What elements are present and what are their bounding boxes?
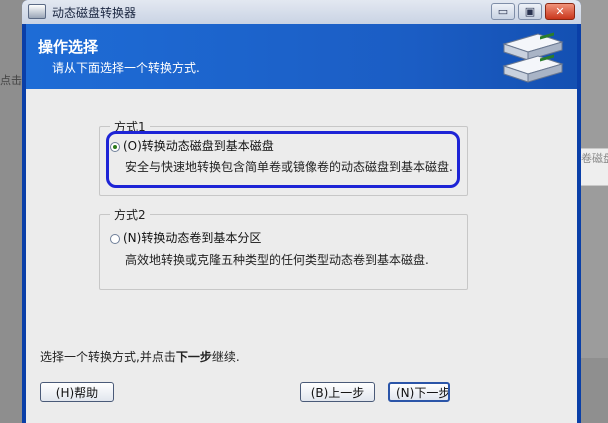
- page-title: 操作选择: [38, 38, 99, 56]
- option-1-radio[interactable]: [110, 142, 120, 152]
- option-2-legend: 方式2: [114, 208, 146, 222]
- close-button[interactable]: ✕: [545, 3, 575, 20]
- disk-drives-icon: [502, 32, 564, 83]
- instruction-suffix: 继续.: [211, 350, 240, 364]
- background-text-left: 点击: [0, 74, 22, 87]
- option-1-label[interactable]: (O)转换动态磁盘到基本磁盘: [123, 137, 274, 154]
- help-button[interactable]: (H)帮助: [40, 382, 114, 402]
- instruction-text: 选择一个转换方式,并点击下一步继续.: [40, 348, 240, 365]
- option-2-description: 高效地转换或克隆五种类型的任何类型动态卷到基本磁盘.: [125, 253, 429, 267]
- option-2-label[interactable]: (N)转换动态卷到基本分区: [123, 229, 261, 246]
- title-bar[interactable]: 动态磁盘转换器 ▭ ▣ ✕: [22, 0, 581, 24]
- maximize-button[interactable]: ▣: [518, 3, 542, 20]
- option-2-radio[interactable]: [110, 234, 120, 244]
- wizard-content: 方式1 (O)转换动态磁盘到基本磁盘 安全与快速地转换包含简单卷或镜像卷的动态磁…: [26, 89, 577, 423]
- back-button[interactable]: (B)上一步: [300, 382, 375, 402]
- app-icon: [28, 4, 46, 19]
- page-subtitle: 请从下面选择一个转换方式.: [52, 61, 200, 75]
- window-title: 动态磁盘转换器: [52, 6, 137, 20]
- minimize-button[interactable]: ▭: [491, 3, 515, 20]
- next-button[interactable]: (N)下一步: [388, 382, 450, 402]
- option-1-description: 安全与快速地转换包含简单卷或镜像卷的动态磁盘到基本磁盘.: [125, 160, 453, 174]
- wizard-header: 操作选择 请从下面选择一个转换方式.: [26, 24, 577, 89]
- instruction-prefix: 选择一个转换方式,并点击: [40, 350, 176, 364]
- background-text-right: 卷磁盘: [581, 152, 608, 165]
- instruction-bold: 下一步: [175, 350, 212, 364]
- converter-window: 动态磁盘转换器 ▭ ▣ ✕ 操作选择 请从下面选择一个转换方式. 方式1 (O)…: [22, 0, 581, 423]
- option-group-2: 方式2: [99, 206, 468, 290]
